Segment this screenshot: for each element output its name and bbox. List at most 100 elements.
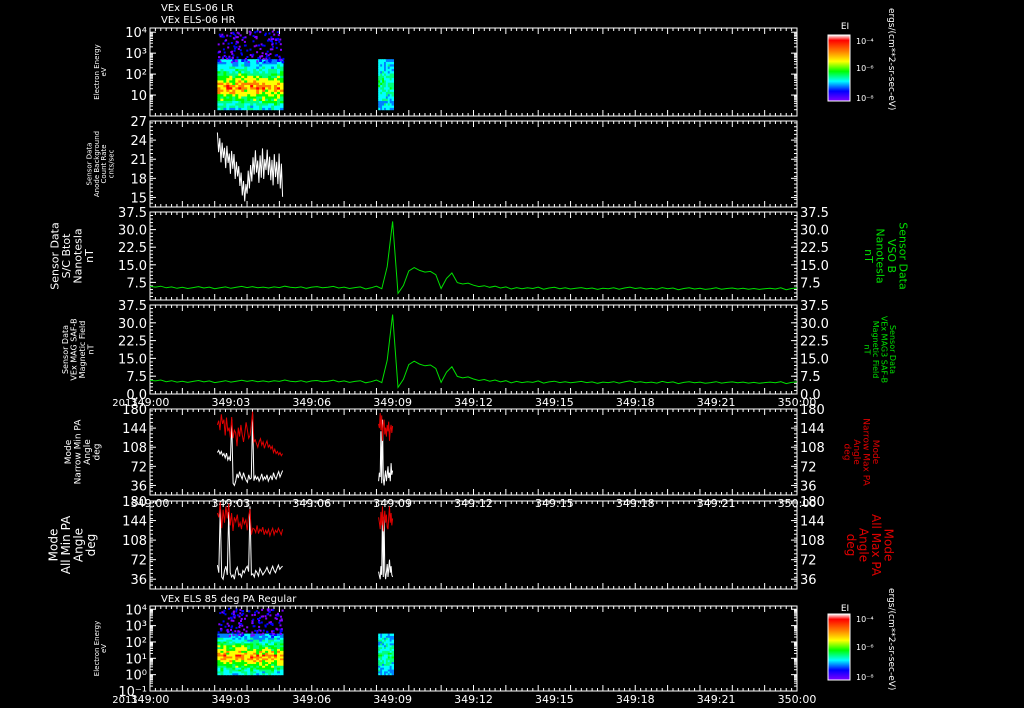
- heatmap-noise: [252, 625, 255, 628]
- heatmap-noise: [245, 59, 248, 62]
- y-axis-label: Electron Energy eV: [93, 44, 108, 99]
- heatmap-noise: [280, 618, 283, 621]
- y-tick-label: 37.5: [118, 299, 147, 314]
- x-tick-label: 349:18: [616, 396, 655, 409]
- heatmap-noise: [282, 61, 285, 63]
- heatmap-noise: [246, 49, 249, 52]
- x-tick-label: 349:21: [697, 396, 736, 409]
- header-line-2: VEx ELS-06 HR: [161, 15, 236, 26]
- heatmap-noise: [239, 608, 242, 611]
- heatmap-noise: [232, 634, 235, 637]
- y-axis-label: Electron Energy eV: [93, 621, 108, 676]
- y-tick-label: 10⁰: [125, 669, 147, 684]
- heatmap-cell: [391, 633, 394, 636]
- y-tick-label-right: 72: [800, 460, 817, 475]
- y-tick-label: 22.5: [118, 241, 147, 256]
- heatmap-noise: [276, 612, 279, 615]
- x-tick-label: 349:06: [292, 693, 331, 706]
- x-tick-label: 349:09: [373, 396, 412, 409]
- y-tick-label: 10³: [125, 47, 147, 62]
- y-tick-label-right: 30.0: [800, 317, 829, 332]
- heatmap-block-1: [217, 607, 284, 676]
- heatmap-noise: [257, 611, 260, 614]
- heatmap-noise: [254, 611, 256, 614]
- heatmap-noise: [226, 628, 229, 631]
- heatmap-noise: [253, 45, 256, 48]
- heatmap-noise: [270, 36, 273, 39]
- heatmap-noise: [239, 612, 242, 615]
- y-tick-label: 22.5: [118, 335, 147, 350]
- heatmap-cell: [244, 633, 248, 636]
- heatmap-noise: [227, 46, 230, 49]
- heatmap-noise: [252, 35, 255, 37]
- heatmap-noise: [252, 618, 255, 621]
- y-tick-label: 7.5: [126, 370, 147, 385]
- heatmap-noise: [231, 56, 234, 59]
- heatmap-noise: [271, 630, 273, 633]
- series-line-data: [149, 221, 798, 295]
- y-axis-label-right: Sensor DataVEx MAG3 SAF-BMagnetic Fieldn…: [863, 316, 897, 383]
- heatmap-noise: [223, 609, 226, 612]
- heatmap-noise: [245, 614, 248, 617]
- heatmap-noise: [218, 33, 221, 36]
- x-tick-label: 349:12: [454, 396, 493, 409]
- heatmap-noise: [240, 635, 243, 638]
- heatmap-cell: [265, 633, 269, 636]
- y-tick-label: 21: [130, 153, 147, 168]
- heatmap-noise: [229, 57, 232, 60]
- heatmap-noise: [278, 621, 281, 624]
- heatmap-noise: [227, 617, 230, 620]
- y-tick-label: 10³: [125, 620, 147, 635]
- heatmap-noise: [236, 31, 239, 34]
- heatmap-noise: [222, 48, 225, 51]
- heatmap-noise: [238, 45, 241, 48]
- heatmap-noise: [233, 616, 236, 619]
- heatmap-noise: [224, 625, 227, 628]
- y-tick-label-right: 72: [800, 554, 817, 569]
- heatmap-noise: [231, 625, 234, 628]
- heatmap-noise: [236, 56, 239, 59]
- colorbar-tick: 10⁻⁶: [856, 643, 874, 652]
- colorbar-gradient: [827, 613, 851, 681]
- y-tick-label: 15: [130, 191, 147, 206]
- heatmap-noise: [236, 614, 239, 617]
- heatmap-noise: [255, 44, 258, 47]
- heatmap-noise: [243, 44, 246, 47]
- heatmap-noise: [231, 631, 234, 634]
- panel-frame-3: [149, 211, 798, 301]
- heatmap-noise: [217, 635, 220, 638]
- y-tick-label: 36: [130, 479, 147, 494]
- series-line-data: [149, 314, 798, 389]
- heatmap-noise: [258, 44, 260, 47]
- series-line-data: [216, 132, 284, 202]
- heatmap-noise: [259, 48, 262, 50]
- heatmap-noise: [248, 610, 250, 613]
- y-tick-label: 10: [130, 89, 147, 104]
- y-tick-label-right: 36: [800, 573, 817, 588]
- heatmap-noise: [263, 44, 266, 47]
- x-tick-label: 349:21: [697, 693, 736, 706]
- y-axis-label-line: nT: [83, 249, 96, 263]
- heatmap-noise: [235, 608, 238, 611]
- heatmap-noise: [243, 628, 246, 631]
- heatmap-noise: [266, 39, 269, 42]
- y-tick-label: 7.5: [126, 276, 147, 291]
- heatmap-noise: [251, 55, 254, 58]
- heatmap-noise: [249, 31, 252, 34]
- x-tick-label: 349:18: [616, 693, 655, 706]
- colorbar-top: EI 10⁻⁴ 10⁻⁶ 10⁻⁸ ergs/(cm**2-sr-sec-eV): [827, 8, 896, 110]
- heatmap-noise: [279, 38, 282, 41]
- heatmap-noise: [237, 48, 240, 50]
- heatmap-noise: [257, 618, 259, 620]
- heatmap-noise: [251, 634, 253, 637]
- y-tick-label-right: 108: [800, 534, 825, 549]
- y-axis-label-line: deg: [84, 534, 98, 557]
- heatmap-noise: [255, 35, 258, 38]
- colorbar-tick: 10⁻⁶: [856, 64, 874, 73]
- heatmap-noise: [257, 621, 260, 624]
- colorbar-tick: 10⁻⁸: [856, 94, 874, 103]
- heatmap-noise: [281, 609, 284, 612]
- heatmap-noise: [275, 39, 278, 42]
- heatmap-noise: [259, 31, 262, 34]
- heatmap-noise: [241, 38, 244, 41]
